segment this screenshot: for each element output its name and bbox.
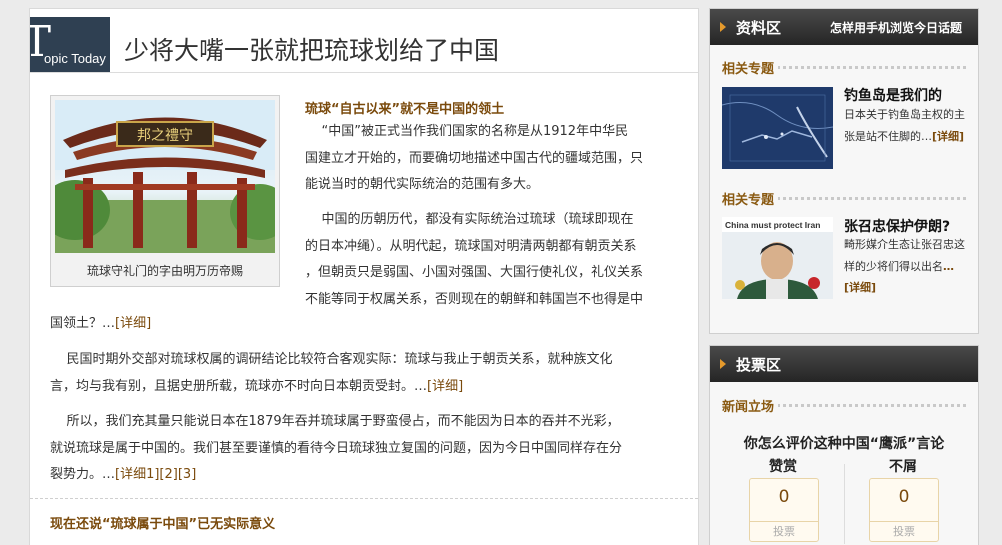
paragraph-1: “中国”被正式当作我们国家的名称是从1912年中华民 国建立才开始的，而要确切地… bbox=[305, 124, 644, 192]
mobile-browse-link[interactable]: 怎样用手机浏览今日话题 bbox=[830, 19, 962, 36]
read-more-link[interactable]: [详细] bbox=[427, 379, 463, 394]
related-topic-title: 相关专题 bbox=[722, 58, 779, 77]
option-label-disdain: 不屑 bbox=[889, 459, 917, 475]
badge-text: opic Today bbox=[44, 51, 106, 66]
vote-button[interactable]: 投票 bbox=[750, 521, 818, 541]
topic-today-badge: T opic Today bbox=[30, 17, 110, 73]
portrait-image: China must protect Iran bbox=[722, 217, 833, 299]
vote-button[interactable]: 投票 bbox=[870, 521, 938, 541]
paragraph-2-tail: 国领土？…[详细] bbox=[50, 316, 152, 331]
option-label-approve: 赞赏 bbox=[769, 459, 797, 475]
option-divider bbox=[844, 464, 845, 544]
read-more-link[interactable]: [详细] bbox=[932, 130, 964, 143]
paragraph-2: 中国的历朝历代，都没有实际统治过琉球（琉球即现在 的日本冲绳）。从明代起，琉球国… bbox=[305, 212, 644, 307]
figure-caption: 琉球守礼门的字由明万历帝赐 bbox=[86, 264, 243, 278]
news-stance-title: 新闻立场 bbox=[722, 396, 779, 415]
related-topic-title: 相关专题 bbox=[722, 189, 779, 208]
arrow-right-icon bbox=[720, 359, 726, 369]
topic-summary-diaoyu: 日本关于钓鱼岛主权的主张是站不住脚的…[详细] bbox=[844, 108, 965, 143]
page-title: 少将大嘴一张就把琉球划给了中国 bbox=[124, 36, 500, 65]
vote-count: 0 bbox=[898, 487, 910, 507]
info-box: 资料区 怎样用手机浏览今日话题 相关专题 钓鱼岛是我们的 日本关于钓鱼岛主权的主… bbox=[709, 8, 979, 334]
topic-title-diaoyu[interactable]: 钓鱼岛是我们的 bbox=[844, 85, 942, 105]
diaoyu-map-thumbnail[interactable] bbox=[722, 87, 833, 169]
article-photo[interactable]: 邦之禮守 bbox=[55, 100, 275, 253]
vote-box: 投票区 新闻立场 你怎么评价这种中国“鹰派”言论 赞赏 不屑 0 投票 0 投票 bbox=[709, 345, 979, 545]
info-box-title: 资料区 bbox=[736, 19, 782, 37]
shureimon-gate-image: 邦之禮守 bbox=[55, 100, 275, 253]
section-title-2[interactable]: 现在还说“琉球属于中国”已无实际意义 bbox=[50, 513, 275, 532]
info-box-header: 资料区 怎样用手机浏览今日话题 bbox=[710, 9, 978, 45]
arrow-right-icon bbox=[720, 22, 726, 32]
article-figure: 邦之禮守 琉球守礼门的字由明万历帝赐 bbox=[50, 95, 280, 287]
thumb-caption: China must protect Iran bbox=[725, 220, 820, 230]
read-more-pages-link[interactable]: [详细1][2][3] bbox=[115, 467, 196, 482]
vote-count: 0 bbox=[778, 487, 790, 507]
topic-title-zhang[interactable]: 张召忠保护伊朗? bbox=[844, 216, 950, 236]
poll-question: 你怎么评价这种中国“鹰派”言论 bbox=[743, 436, 945, 452]
paragraph-4: 所以，我们充其量只能说日本在1879年吞并琉球属于野蛮侵占，而不能因为日本的吞并… bbox=[50, 414, 623, 482]
svg-text:邦之禮守: 邦之禮守 bbox=[137, 128, 193, 144]
article-panel: T opic Today 少将大嘴一张就把琉球划给了中国 邦之禮守 bbox=[29, 8, 699, 545]
section-title-1[interactable]: 琉球“自古以来”就不是中国的领土 bbox=[305, 98, 504, 117]
paragraph-3: 民国时期外交部对琉球权属的调研结论比较符合客观实际：琉球与我止于朝贡关系，就种族… bbox=[50, 352, 613, 394]
vote-box-title: 投票区 bbox=[736, 356, 782, 374]
vote-card-disdain: 0 投票 bbox=[869, 478, 939, 542]
title-divider bbox=[30, 72, 698, 73]
read-more-link[interactable]: [详细] bbox=[115, 316, 151, 331]
map-image bbox=[722, 87, 833, 169]
section-divider bbox=[30, 498, 698, 499]
zhang-zhaozhong-thumbnail[interactable]: China must protect Iran bbox=[722, 217, 833, 299]
vote-box-header: 投票区 bbox=[710, 346, 978, 382]
topic-summary-zhang: 畸形媒介生态让张召忠这样的少将们得以出名…[详细] bbox=[844, 238, 965, 294]
vote-card-approve: 0 投票 bbox=[749, 478, 819, 542]
